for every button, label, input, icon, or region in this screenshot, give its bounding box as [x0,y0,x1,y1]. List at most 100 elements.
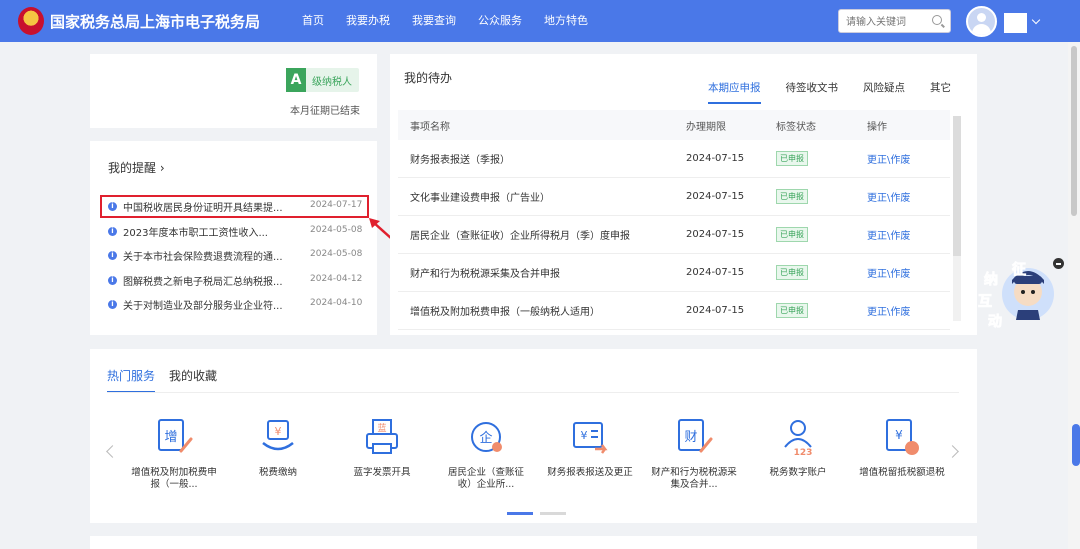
tab-current-declare[interactable]: 本期应申报 [708,80,761,104]
grade-letter: A [286,68,306,92]
vat-refund-icon: ¥ [886,419,919,455]
svg-text:¥: ¥ [275,425,282,438]
reminder-date: 2024-05-08 [310,224,363,235]
service-item[interactable]: ¥ 财务报表报送及更正 [538,417,642,493]
reminder-text[interactable]: 2023年度本市职工工资性收入... [123,224,293,239]
correct-void-link[interactable]: 更正\作废 [867,193,910,204]
svg-text:蓝: 蓝 [377,422,386,434]
reminder-item[interactable]: i 图解税费之新电子税局汇总纳税报... 2024-04-12 [100,270,368,295]
correct-void-link[interactable]: 更正\作废 [867,307,910,318]
carousel-prev-icon[interactable] [106,445,119,458]
svg-text:增: 增 [164,430,177,445]
page-scrollbar[interactable] [1068,42,1080,549]
service-label: 增值税及附加税费申报（一般... [131,467,217,490]
task-name: 财务报表报送（季报） [410,155,510,166]
table-row: 财产和行为税税源采集及合并申报 2024-07-15 已申报 更正\作废 [398,254,950,292]
svg-text:¥: ¥ [895,428,903,442]
pager-dot[interactable] [540,512,566,515]
mascot-char: 征 [1012,261,1026,278]
todo-table: 事项名称 办理期限 标签状态 操作 财务报表报送（季报） 2024-07-15 … [398,110,950,330]
service-item[interactable]: 蓝 蓝字发票开具 [330,417,434,493]
info-icon: i [108,226,117,236]
pager-dot[interactable] [507,512,533,515]
reminder-card: 我的提醒 › i 中国税收居民身份证明开具结果提... 2024-07-17 i… [90,141,377,335]
side-panel-handle[interactable] [1072,424,1080,466]
chevron-down-icon[interactable] [1031,15,1041,25]
user-name-box[interactable] [1004,13,1027,33]
search-input[interactable] [839,11,927,34]
divider [107,392,959,393]
reminder-date: 2024-04-12 [310,273,363,284]
tab-risk-issues[interactable]: 风险疑点 [863,80,905,104]
correct-void-link[interactable]: 更正\作废 [867,155,910,166]
scrollbar-thumb[interactable] [953,116,961,256]
nav-query[interactable]: 我要查询 [412,0,456,42]
tab-pending-documents[interactable]: 待签收文书 [786,80,839,104]
tab-favorites[interactable]: 我的收藏 [169,367,217,393]
svg-text:企: 企 [479,430,492,446]
info-icon: i [108,300,117,309]
page-scrollbar-thumb[interactable] [1071,46,1077,216]
service-item[interactable]: 增 增值税及附加税费申报（一般... [122,417,226,493]
main-nav: 首页 我要办税 我要查询 公众服务 地方特色 [302,0,610,42]
mascot-char: 纳 [984,271,998,288]
service-item[interactable]: ¥ 增值税留抵税额退税 [850,417,954,493]
service-label: 税费缴纳 [258,467,297,478]
tax-emblem-logo [18,7,44,35]
nav-tax-handling[interactable]: 我要办税 [346,0,390,42]
services-card: 热门服务 我的收藏 增 增值税及附加税费申报（一般... ¥ 税费缴纳 蓝 蓝字… [90,349,977,523]
task-deadline: 2024-07-15 [686,305,745,316]
status-badge: 已申报 [776,151,808,166]
tab-other[interactable]: 其它 [930,80,951,104]
period-status: 本月征期已结束 [290,106,360,117]
task-name: 居民企业（查账征收）企业所得税月（季）度申报 [410,231,630,242]
table-row: 增值税及附加税费申报（一般纳税人适用） 2024-07-15 已申报 更正\作废 [398,292,950,330]
reminder-item[interactable]: i 关于本市社会保险费退费流程的通... 2024-05-08 [100,245,368,270]
info-icon: i [108,251,117,260]
service-label: 蓝字发票开具 [353,467,411,478]
mascot-char: 动 [988,313,1002,330]
reminder-title[interactable]: 我的提醒 › [108,159,165,176]
avatar[interactable] [966,6,997,37]
mascot-interaction-widget[interactable]: 征 纳 互 动 [974,254,1058,338]
digital-account-icon: 123 [784,420,812,458]
widget-close-icon[interactable] [1053,258,1064,269]
service-label: 财产和行为税税源采集及合并... [651,467,737,490]
nav-public-service[interactable]: 公众服务 [478,0,522,42]
correct-void-link[interactable]: 更正\作废 [867,231,910,242]
nav-local-features[interactable]: 地方特色 [544,0,588,42]
site-title[interactable]: 国家税务总局上海市电子税务局 [50,11,260,32]
table-row: 文化事业建设费申报（广告业） 2024-07-15 已申报 更正\作废 [398,178,950,216]
table-scrollbar[interactable] [953,116,961,321]
status-badge: 已申报 [776,227,808,242]
correct-void-link[interactable]: 更正\作废 [867,269,910,280]
reminder-date: 2024-05-08 [310,249,363,259]
reminder-date: 2024-04-10 [310,298,363,308]
reminder-text[interactable]: 图解税费之新电子税局汇总纳税报... [123,273,293,288]
todo-tabs: 本期应申报 待签收文书 风险疑点 其它 [708,80,976,104]
service-item[interactable]: ¥ 税费缴纳 [226,417,330,493]
service-item[interactable]: 财 财产和行为税税源采集及合并... [642,417,746,493]
table-header: 事项名称 办理期限 标签状态 操作 [398,110,950,140]
vat-declare-icon: 增 [158,419,193,453]
search-icon[interactable] [932,15,942,25]
table-row: 居民企业（查账征收）企业所得税月（季）度申报 2024-07-15 已申报 更正… [398,216,950,254]
service-label: 税务数字账户 [769,467,827,478]
credit-grade-badge: A 级纳税人 [286,68,359,92]
service-item[interactable]: 企 居民企业（查账征收）企业所... [434,417,538,493]
mascot-char: 互 [978,294,992,310]
tab-hot-services[interactable]: 热门服务 [107,367,156,393]
reminder-text[interactable]: 关于对制造业及部分服务业企业符... [123,297,293,312]
svg-text:¥: ¥ [581,429,588,442]
task-deadline: 2024-07-15 [686,229,745,240]
service-label: 增值税留抵税额退税 [859,467,945,478]
reminder-item[interactable]: i 关于对制造业及部分服务业企业符... 2024-04-10 [100,294,368,319]
reminder-text[interactable]: 关于本市社会保险费退费流程的通... [123,248,293,263]
reminder-item[interactable]: i 2023年度本市职工工资性收入... 2024-05-08 [100,221,368,246]
service-item[interactable]: 123 税务数字账户 [746,417,850,493]
todo-card: 我的待办 本期应申报 待签收文书 风险疑点 其它 事项名称 办理期限 标签状态 … [390,54,977,335]
grade-label: 级纳税人 [312,77,352,88]
carousel-pager [507,512,573,515]
nav-home[interactable]: 首页 [302,0,324,42]
service-label: 财务报表报送及更正 [547,467,633,478]
